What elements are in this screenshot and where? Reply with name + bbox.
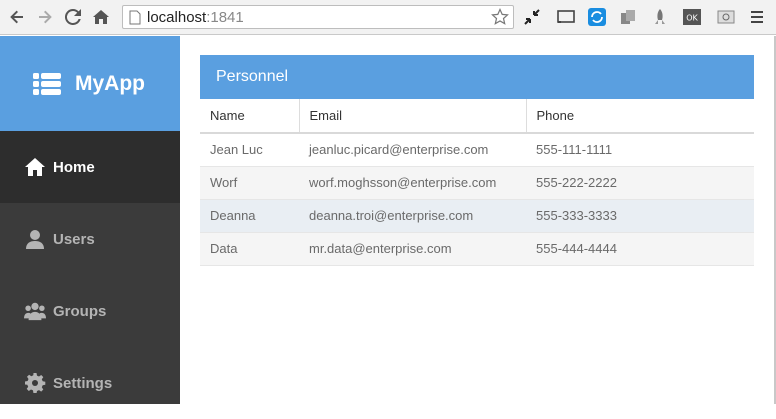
forward-button[interactable] [34, 6, 56, 28]
column-header-name[interactable]: Name [200, 99, 299, 134]
sidebar-item-label: Home [53, 158, 95, 176]
menu-icon[interactable] [747, 7, 767, 27]
sidebar-item-label: Groups [53, 302, 107, 320]
sidebar-item-label: Users [53, 230, 95, 248]
home-button[interactable] [90, 6, 112, 28]
cell-name: Deanna [200, 199, 299, 233]
ok-extension-icon[interactable]: OK [682, 7, 702, 27]
sidebar-item-label: Settings [53, 374, 113, 392]
sidebar-item-users[interactable]: Users [0, 203, 180, 275]
cell-name: Worf [200, 166, 299, 200]
url-host: localhost [147, 9, 207, 26]
app: MyApp Home Users Groups Settings Personn… [0, 36, 776, 404]
sidebar-item-groups[interactable]: Groups [0, 275, 180, 347]
cell-phone: 555-444-4444 [526, 232, 754, 266]
sidebar: MyApp Home Users Groups Settings [0, 36, 180, 404]
column-header-phone[interactable]: Phone [525, 99, 754, 134]
cell-email: worf.moghsson@enterprise.com [299, 166, 526, 200]
table-row[interactable]: Jean Luc jeanluc.picard@enterprise.com 5… [200, 133, 754, 167]
reload-button[interactable] [62, 6, 84, 28]
cell-phone: 555-333-3333 [526, 199, 754, 233]
layers-extension-icon[interactable] [618, 7, 638, 27]
cell-email: mr.data@enterprise.com [299, 232, 526, 266]
home-icon [23, 156, 47, 178]
rocket-extension-icon[interactable] [650, 7, 670, 27]
cell-phone: 555-111-1111 [526, 133, 754, 167]
bookmark-star-icon[interactable] [491, 8, 509, 26]
back-button[interactable] [6, 6, 28, 28]
personnel-grid: Name Email Phone Jean Luc jeanluc.picard… [200, 99, 754, 266]
column-header-email[interactable]: Email [298, 99, 526, 134]
url-text: localhost:1841 [147, 9, 244, 26]
table-row[interactable]: Deanna deanna.troi@enterprise.com 555-33… [200, 199, 754, 233]
cell-name: Jean Luc [200, 133, 299, 167]
database-icon [33, 72, 61, 95]
table-row[interactable]: Worf worf.moghsson@enterprise.com 555-22… [200, 166, 754, 200]
brand-title: MyApp [75, 71, 145, 95]
sync-extension-icon[interactable] [587, 7, 607, 27]
cell-email: jeanluc.picard@enterprise.com [299, 133, 526, 167]
sidebar-item-settings[interactable]: Settings [0, 347, 180, 419]
sidebar-item-home[interactable]: Home [0, 131, 180, 203]
gear-icon [23, 372, 47, 394]
url-port: :1841 [206, 9, 244, 26]
arrow-left-icon [10, 10, 23, 24]
grid-header-row: Name Email Phone [200, 99, 754, 134]
svg-text:OK: OK [686, 14, 698, 23]
panel-title: Personnel [200, 55, 754, 99]
home-icon [93, 10, 109, 24]
address-bar[interactable]: localhost:1841 [122, 5, 514, 29]
table-row[interactable]: Data mr.data@enterprise.com 555-444-4444 [200, 232, 754, 266]
users-icon [23, 300, 47, 322]
cell-name: Data [200, 232, 299, 266]
cast-icon[interactable] [556, 7, 576, 27]
cell-email: deanna.troi@enterprise.com [299, 199, 526, 233]
main-content: Personnel Name Email Phone Jean Luc jean… [180, 36, 776, 404]
page-icon [129, 10, 141, 25]
collapse-icon[interactable] [522, 7, 542, 27]
browser-toolbar: localhost:1841 OK [0, 0, 776, 35]
cell-phone: 555-222-2222 [526, 166, 754, 200]
reload-icon [65, 9, 81, 25]
brand[interactable]: MyApp [0, 36, 180, 131]
arrow-right-icon [39, 10, 52, 24]
user-icon [23, 228, 47, 250]
screenshot-extension-icon[interactable] [716, 7, 736, 27]
